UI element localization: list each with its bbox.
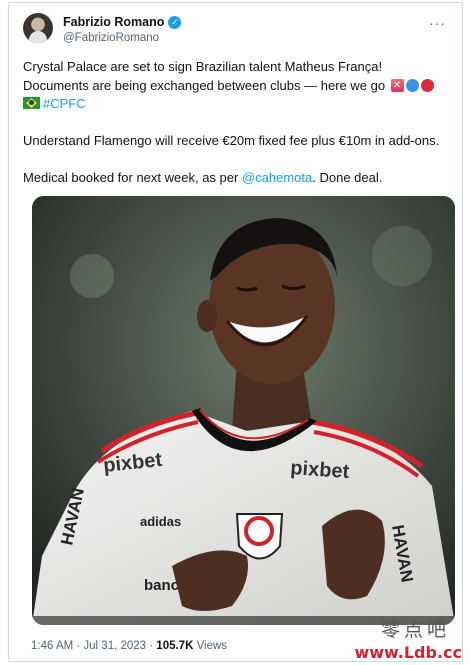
red-circle-emoji-icon — [420, 78, 434, 92]
author-name-row: Fabrizio Romano ✓ — [63, 15, 182, 29]
tweet-line-1: Crystal Palace are set to sign Brazilian… — [23, 59, 383, 74]
avatar[interactable] — [23, 13, 53, 43]
tweet-card: Fabrizio Romano ✓ @FabrizioRomano ··· Cr… — [8, 2, 463, 662]
mention-link[interactable]: @cahemota — [242, 170, 312, 185]
club-crest-icon — [235, 513, 284, 560]
kit-brand-text: adidas — [140, 514, 181, 529]
tweet-photo[interactable]: pixbet pixbet adidas HAVAN HAVAN banc — [32, 196, 455, 625]
views-count: 105.7K — [156, 640, 194, 652]
tweet-line-4: Medical booked for next week, as per @ca… — [23, 169, 453, 188]
sponsor-right-text: pixbet — [290, 457, 351, 483]
hashtag-link[interactable]: #CPFC — [43, 96, 86, 111]
watermark-url-text: www.Ldb.cc — [354, 643, 462, 662]
views-label: Views — [193, 640, 228, 652]
site-watermark: 零点吧 www.Ldb.cc — [349, 615, 464, 665]
lower-sponsor-text: banc — [144, 577, 179, 594]
more-options-icon[interactable]: ··· — [429, 15, 446, 31]
brazil-flag-icon — [23, 97, 40, 109]
crystal-palace-emoji-icon — [390, 77, 404, 95]
tweet-line-2: Documents are being exchanged between cl… — [23, 77, 453, 95]
author-handle[interactable]: @FabrizioRomano — [63, 32, 159, 44]
tweet-text: Crystal Palace are set to sign Brazilian… — [23, 58, 453, 188]
tweet-meta: 1:46 AM · Jul 31, 2023 · 105.7K Views — [31, 640, 227, 652]
tweet-line-4-post: . Done deal. — [312, 170, 383, 185]
tweet-line-2-text: Documents are being exchanged between cl… — [23, 77, 386, 93]
verified-badge-icon: ✓ — [168, 15, 182, 29]
player-photo-illustration: pixbet pixbet adidas HAVAN HAVAN banc — [32, 196, 455, 625]
watermark-chinese-text: 零点吧 — [380, 619, 450, 641]
tweet-line-4-pre: Medical booked for next week, as per — [23, 170, 242, 185]
tweet-time[interactable]: 1:46 AM · Jul 31, 2023 · — [31, 640, 156, 652]
tweet-line-3: Understand Flamengo will receive €20m fi… — [23, 133, 440, 148]
blue-circle-emoji-icon — [405, 78, 419, 92]
author-name[interactable]: Fabrizio Romano — [63, 15, 164, 29]
tweet-line-hashtag: #CPFC — [23, 95, 453, 114]
tweet-header: Fabrizio Romano ✓ @FabrizioRomano ··· — [23, 13, 448, 49]
